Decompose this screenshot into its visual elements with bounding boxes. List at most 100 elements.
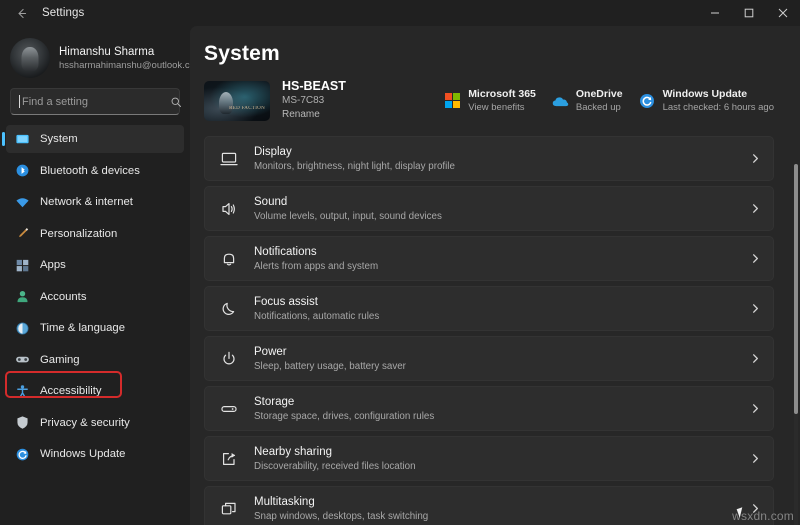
- device-summary: RED FACTION HS-BEAST MS-7C83 Rename Micr…: [204, 79, 788, 136]
- account-name: Himanshu Sharma: [59, 45, 180, 59]
- settings-row-title: Nearby sharing: [254, 445, 734, 460]
- settings-row-title: Multitasking: [254, 495, 734, 510]
- caption-buttons: [698, 0, 800, 26]
- chevron-right-icon[interactable]: [750, 303, 761, 314]
- status-card-windows-update[interactable]: Windows Update Last checked: 6 hours ago: [639, 88, 774, 114]
- accessibility-icon: [14, 383, 30, 399]
- cloud-icon: [552, 92, 569, 109]
- moon-icon: [219, 299, 238, 318]
- status-card-onedrive[interactable]: OneDrive Backed up: [552, 88, 623, 114]
- sidebar-item-label: Accounts: [40, 291, 86, 303]
- settings-row-title: Power: [254, 345, 734, 360]
- update-icon: [639, 92, 656, 109]
- scrollbar-thumb[interactable]: [794, 164, 798, 414]
- chevron-right-icon[interactable]: [750, 203, 761, 214]
- shield-icon: [14, 415, 30, 431]
- settings-row-sound[interactable]: Sound Volume levels, output, input, soun…: [204, 186, 774, 231]
- settings-row-title: Notifications: [254, 245, 734, 260]
- sidebar-item-label: Privacy & security: [40, 417, 130, 429]
- settings-row-subtitle: Snap windows, desktops, task switching: [254, 510, 734, 523]
- settings-row-focus-assist[interactable]: Focus assist Notifications, automatic ru…: [204, 286, 774, 331]
- sidebar-item-label: Gaming: [40, 354, 80, 366]
- sidebar-item-apps[interactable]: Apps: [6, 251, 184, 279]
- settings-row-subtitle: Notifications, automatic rules: [254, 310, 734, 323]
- apps-icon: [14, 257, 30, 273]
- status-card-subtitle: Last checked: 6 hours ago: [663, 101, 774, 114]
- settings-row-nearby-sharing[interactable]: Nearby sharing Discoverability, received…: [204, 436, 774, 481]
- account-block[interactable]: Himanshu Sharma hssharmahimanshu@outlook…: [0, 30, 190, 88]
- wifi-icon: [14, 194, 30, 210]
- settings-row-power[interactable]: Power Sleep, battery usage, battery save…: [204, 336, 774, 381]
- sidebar-item-label: Accessibility: [40, 385, 102, 397]
- sidebar-item-label: Windows Update: [40, 448, 125, 460]
- back-button[interactable]: [6, 2, 36, 24]
- settings-row-subtitle: Alerts from apps and system: [254, 260, 734, 273]
- status-card-title: Windows Update: [663, 88, 774, 101]
- status-card-microsoft-365[interactable]: Microsoft 365 View benefits: [444, 88, 536, 114]
- share-icon: [219, 449, 238, 468]
- sidebar-item-time-language[interactable]: Time & language: [6, 314, 184, 342]
- page-title: System: [204, 26, 788, 79]
- search-input[interactable]: [19, 96, 164, 108]
- device-thumb-caption: RED FACTION: [229, 106, 265, 111]
- settings-row-subtitle: Monitors, brightness, night light, displ…: [254, 160, 734, 173]
- sidebar-item-accounts[interactable]: Accounts: [6, 283, 184, 311]
- settings-row-title: Storage: [254, 395, 734, 410]
- settings-rows: Display Monitors, brightness, night ligh…: [204, 136, 788, 525]
- chevron-right-icon[interactable]: [750, 253, 761, 264]
- settings-row-title: Focus assist: [254, 295, 734, 310]
- main-content: System RED FACTION HS-BEAST MS-7C83 Rena…: [190, 26, 800, 525]
- chevron-right-icon[interactable]: [750, 153, 761, 164]
- sidebar-item-accessibility[interactable]: Accessibility: [6, 377, 184, 405]
- status-card-title: OneDrive: [576, 88, 623, 101]
- brush-icon: [14, 226, 30, 242]
- update-icon: [14, 446, 30, 462]
- minimize-button[interactable]: [698, 0, 732, 26]
- settings-row-storage[interactable]: Storage Storage space, drives, configura…: [204, 386, 774, 431]
- title-bar: Settings: [0, 0, 800, 26]
- status-card-title: Microsoft 365: [468, 88, 536, 101]
- status-cards: Microsoft 365 View benefits OneDrive Bac…: [444, 88, 788, 114]
- power-icon: [219, 349, 238, 368]
- chevron-right-icon[interactable]: [750, 453, 761, 464]
- chevron-right-icon[interactable]: [750, 403, 761, 414]
- sidebar: Himanshu Sharma hssharmahimanshu@outlook…: [0, 26, 190, 525]
- gamepad-icon: [14, 352, 30, 368]
- device-info: HS-BEAST MS-7C83 Rename: [282, 79, 346, 122]
- sidebar-item-personalization[interactable]: Personalization: [6, 220, 184, 248]
- sidebar-item-bluetooth-devices[interactable]: Bluetooth & devices: [6, 157, 184, 185]
- close-button[interactable]: [766, 0, 800, 26]
- search-container: [0, 88, 190, 125]
- settings-row-display[interactable]: Display Monitors, brightness, night ligh…: [204, 136, 774, 181]
- settings-row-title: Sound: [254, 195, 734, 210]
- settings-row-subtitle: Sleep, battery usage, battery saver: [254, 360, 734, 373]
- account-icon: [14, 289, 30, 305]
- system-icon: [14, 131, 30, 147]
- maximize-button[interactable]: [732, 0, 766, 26]
- rename-link[interactable]: Rename: [282, 108, 346, 122]
- settings-row-subtitle: Volume levels, output, input, sound devi…: [254, 210, 734, 223]
- settings-window: Settings Himanshu Sharma hssharmahimansh…: [0, 0, 800, 525]
- settings-row-multitasking[interactable]: Multitasking Snap windows, desktops, tas…: [204, 486, 774, 525]
- navigation-list: System Bluetooth & devices Network & int…: [0, 125, 190, 525]
- sidebar-item-label: Network & internet: [40, 196, 133, 208]
- sidebar-item-label: Apps: [40, 259, 66, 271]
- device-name: HS-BEAST: [282, 79, 346, 94]
- settings-row-title: Display: [254, 145, 734, 160]
- monitor-icon: [219, 149, 238, 168]
- device-model: MS-7C83: [282, 94, 346, 108]
- search-icon[interactable]: [170, 96, 182, 108]
- search-box[interactable]: [10, 88, 180, 115]
- settings-row-notifications[interactable]: Notifications Alerts from apps and syste…: [204, 236, 774, 281]
- sidebar-item-label: System: [40, 133, 78, 145]
- sidebar-item-network-internet[interactable]: Network & internet: [6, 188, 184, 216]
- sidebar-item-gaming[interactable]: Gaming: [6, 346, 184, 374]
- device-thumbnail: RED FACTION: [204, 81, 270, 121]
- sidebar-item-windows-update[interactable]: Windows Update: [6, 440, 184, 468]
- sidebar-item-system[interactable]: System: [6, 125, 184, 153]
- sidebar-item-label: Bluetooth & devices: [40, 165, 140, 177]
- status-card-subtitle: View benefits: [468, 101, 536, 114]
- chevron-right-icon[interactable]: [750, 353, 761, 364]
- sidebar-item-privacy-security[interactable]: Privacy & security: [6, 409, 184, 437]
- scrollbar[interactable]: [794, 164, 798, 525]
